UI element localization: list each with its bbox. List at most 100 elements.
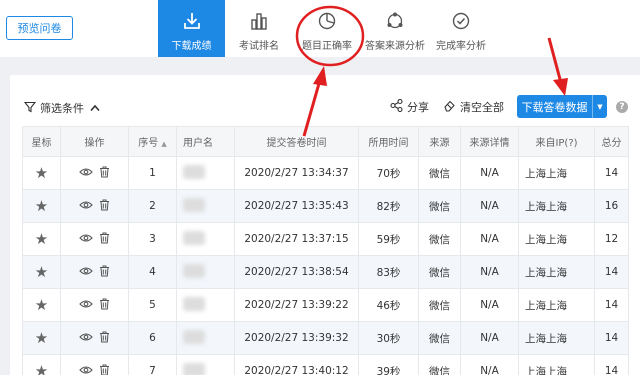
eye-icon[interactable] <box>79 233 93 246</box>
seq-cell: 5 <box>128 288 177 322</box>
eye-icon[interactable] <box>79 200 93 213</box>
preview-survey-button[interactable]: 预览问卷 <box>6 16 73 40</box>
table-row[interactable]: ★ 7 2020/2/27 13:40:12 39秒 微信 N/A 上海上海 14 <box>22 354 629 375</box>
source-cell: 微信 <box>418 255 461 289</box>
table-row[interactable]: ★ 5 2020/2/27 13:39:22 46秒 微信 N/A 上海上海 14 <box>22 288 629 322</box>
star-icon[interactable]: ★ <box>35 164 48 182</box>
actions-cell <box>60 354 129 375</box>
trash-icon[interactable] <box>99 265 110 280</box>
submit-time-cell: 2020/2/27 13:38:54 <box>234 255 359 289</box>
score-cell: 12 <box>594 222 629 256</box>
eye-icon[interactable] <box>79 332 93 345</box>
trash-icon[interactable] <box>99 232 110 247</box>
table-row[interactable]: ★ 3 2020/2/27 13:37:15 59秒 微信 N/A 上海上海 12 <box>22 222 629 256</box>
seq-cell: 3 <box>128 222 177 256</box>
submit-time-cell: 2020/2/27 13:34:37 <box>234 156 359 190</box>
star-icon[interactable]: ★ <box>35 263 48 281</box>
download-data-button[interactable]: 下载答卷数据 ▼ <box>517 95 607 118</box>
submit-time-cell: 2020/2/27 13:39:32 <box>234 321 359 355</box>
tab-exam-ranking[interactable]: 考试排名 <box>228 0 290 57</box>
tab-label: 答案来源分析 <box>365 41 425 52</box>
seq-cell: 6 <box>128 321 177 355</box>
help-icon[interactable]: ? <box>616 101 628 113</box>
table-row[interactable]: ★ 2 2020/2/27 13:35:43 82秒 微信 N/A 上海上海 16 <box>22 189 629 223</box>
submit-time-cell: 2020/2/27 13:37:15 <box>234 222 359 256</box>
username-cell <box>176 354 235 375</box>
source-cell: 微信 <box>418 156 461 190</box>
clear-all-button[interactable]: 清空全部 <box>443 99 504 115</box>
download-data-label: 下载答卷数据 <box>521 100 588 114</box>
eye-icon[interactable] <box>79 266 93 279</box>
pie-chart-icon <box>316 10 338 32</box>
bar-chart-icon <box>248 10 270 32</box>
source-detail-cell: N/A <box>460 255 519 289</box>
star-cell: ★ <box>22 156 61 190</box>
source-cell: 微信 <box>418 189 461 223</box>
actions-cell <box>60 321 129 355</box>
star-icon[interactable]: ★ <box>35 296 48 314</box>
ip-cell: 上海上海 <box>518 189 595 223</box>
eraser-icon <box>443 99 460 115</box>
col-header-source: 来源 <box>418 126 461 157</box>
col-header-time-used: 所用时间 <box>358 126 419 157</box>
sort-asc-icon[interactable]: ▲ <box>161 140 166 148</box>
caret-down-icon[interactable]: ▼ <box>593 103 607 111</box>
score-cell: 14 <box>594 255 629 289</box>
score-cell: 14 <box>594 354 629 375</box>
redacted-username <box>183 197 205 212</box>
chevron-up-icon <box>90 102 100 115</box>
col-header-submit-time: 提交答卷时间 <box>234 126 359 157</box>
eye-icon[interactable] <box>79 299 93 312</box>
trash-icon[interactable] <box>99 331 110 346</box>
tab-completion-rate[interactable]: 完成率分析 <box>428 0 494 57</box>
tab-answer-source[interactable]: 答案来源分析 <box>364 0 426 57</box>
tab-label: 完成率分析 <box>436 41 486 52</box>
username-cell <box>176 222 235 256</box>
username-cell <box>176 156 235 190</box>
ip-cell: 上海上海 <box>518 222 595 256</box>
username-cell <box>176 288 235 322</box>
eye-icon[interactable] <box>79 365 93 375</box>
clear-all-label: 清空全部 <box>460 101 504 114</box>
col-header-username: 用户名 <box>176 126 235 157</box>
trash-icon[interactable] <box>99 298 110 313</box>
table-row[interactable]: ★ 1 2020/2/27 13:34:37 70秒 微信 N/A 上海上海 14 <box>22 156 629 190</box>
star-icon[interactable]: ★ <box>35 329 48 347</box>
tab-question-accuracy[interactable]: 题目正确率 <box>295 0 359 57</box>
star-icon[interactable]: ★ <box>35 230 48 248</box>
ip-cell: 上海上海 <box>518 321 595 355</box>
source-detail-cell: N/A <box>460 156 519 190</box>
redacted-username <box>183 362 205 375</box>
eye-icon[interactable] <box>79 167 93 180</box>
score-cell: 14 <box>594 288 629 322</box>
filter-toggle[interactable]: 筛选条件 <box>23 100 100 116</box>
redacted-username <box>183 329 205 344</box>
time-used-cell: 82秒 <box>358 189 419 223</box>
trash-icon[interactable] <box>99 166 110 181</box>
star-icon[interactable]: ★ <box>35 197 48 215</box>
col-header-star: 星标 <box>22 126 61 157</box>
filter-label: 筛选条件 <box>40 102 84 115</box>
tab-label: 题目正确率 <box>302 41 352 52</box>
tab-download-scores[interactable]: 下载成绩 <box>158 0 225 57</box>
col-header-seq[interactable]: 序号 ▲ <box>128 126 177 157</box>
download-icon <box>181 10 203 32</box>
star-cell: ★ <box>22 189 61 223</box>
redacted-username <box>183 164 205 179</box>
trash-icon[interactable] <box>99 364 110 375</box>
trash-icon[interactable] <box>99 199 110 214</box>
source-detail-cell: N/A <box>460 189 519 223</box>
tab-label: 考试排名 <box>239 41 279 52</box>
redacted-username <box>183 230 205 245</box>
redacted-username <box>183 296 205 311</box>
responses-table: 星标 操作 序号 ▲ 用户名 提交答卷时间 所用时间 来源 来源详情 来自IP(… <box>22 126 629 375</box>
check-circle-icon <box>450 10 472 32</box>
share-button[interactable]: 分享 <box>390 98 429 115</box>
tab-label: 下载成绩 <box>171 41 212 52</box>
table-row[interactable]: ★ 6 2020/2/27 13:39:32 30秒 微信 N/A 上海上海 14 <box>22 321 629 355</box>
source-cell: 微信 <box>418 354 461 375</box>
star-icon[interactable]: ★ <box>35 362 48 375</box>
table-row[interactable]: ★ 4 2020/2/27 13:38:54 83秒 微信 N/A 上海上海 14 <box>22 255 629 289</box>
submit-time-cell: 2020/2/27 13:39:22 <box>234 288 359 322</box>
star-cell: ★ <box>22 288 61 322</box>
